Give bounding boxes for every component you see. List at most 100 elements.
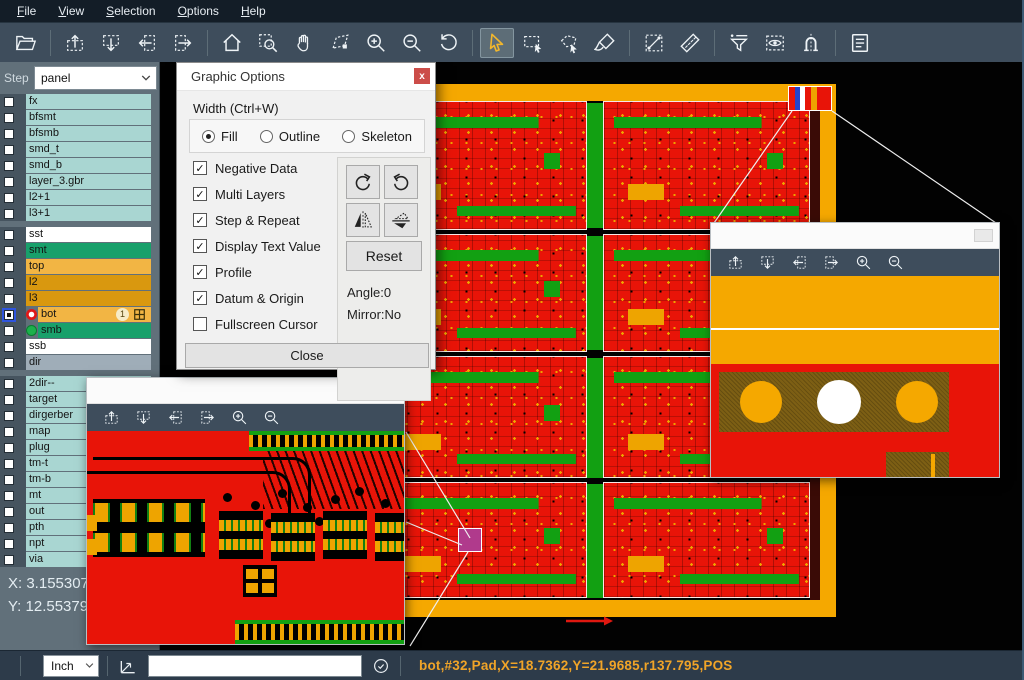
radio-dot[interactable] [342, 130, 355, 143]
menu-item-view[interactable]: View [47, 0, 95, 22]
zoom-window-button[interactable] [251, 28, 285, 58]
layer-checkbox[interactable] [4, 97, 14, 107]
command-input[interactable] [148, 655, 362, 677]
move-right-button[interactable] [816, 251, 846, 275]
zoom-out-button[interactable] [256, 406, 286, 430]
zoom-previous-button[interactable] [431, 28, 465, 58]
layer-checkbox[interactable] [4, 246, 14, 256]
home-view-button[interactable] [215, 28, 249, 58]
zoom-out-button[interactable] [880, 251, 910, 275]
layer-row-ssb[interactable]: ssb [0, 339, 159, 354]
layer-checkbox[interactable] [4, 262, 14, 272]
move-down-button[interactable] [128, 406, 158, 430]
layer-checkbox[interactable] [4, 129, 14, 139]
layer-checkbox[interactable] [4, 459, 14, 469]
layer-name[interactable]: l3+1 [26, 206, 151, 221]
menu-item-selection[interactable]: Selection [95, 0, 166, 22]
rotate-cw-button[interactable] [346, 165, 380, 199]
layer-name[interactable]: top [26, 259, 151, 274]
layer-checkbox[interactable] [4, 379, 14, 389]
layer-name[interactable]: smd_t [26, 142, 151, 157]
layer-checkbox[interactable] [4, 443, 14, 453]
layer-checkbox[interactable] [4, 523, 14, 533]
move-right-button[interactable] [166, 28, 200, 58]
layer-row-l3+1[interactable]: l3+1 [0, 206, 159, 221]
layer-name[interactable]: l2 [26, 275, 151, 290]
layer-row-smd_t[interactable]: smd_t [0, 142, 159, 157]
layer-checkbox[interactable] [4, 161, 14, 171]
layer-row-dir[interactable]: dir [0, 355, 159, 370]
layer-row-smb[interactable]: smb [0, 323, 159, 338]
open-folder-button[interactable] [9, 28, 43, 58]
magnifier-popup-right[interactable] [710, 222, 1000, 478]
move-up-button[interactable] [58, 28, 92, 58]
mirror-horizontal-button[interactable] [346, 203, 380, 237]
menu-item-help[interactable]: Help [230, 0, 277, 22]
layer-name[interactable]: sst [26, 227, 151, 242]
highlight-view-button[interactable] [758, 28, 792, 58]
layer-checkbox[interactable] [4, 491, 14, 501]
zoom-out-button[interactable] [395, 28, 429, 58]
checkbox-datum-origin[interactable]: ✓Datum & Origin [193, 285, 343, 311]
layer-checkbox[interactable] [4, 475, 14, 485]
layer-checkbox[interactable] [4, 177, 14, 187]
checkbox-box[interactable]: ✓ [193, 213, 207, 227]
pan-button[interactable] [287, 28, 321, 58]
checkbox-box[interactable] [193, 317, 207, 331]
reset-button[interactable]: Reset [346, 241, 422, 271]
move-left-button[interactable] [784, 251, 814, 275]
close-button[interactable]: Close [185, 343, 429, 368]
layer-checkbox[interactable] [4, 310, 14, 320]
layer-checkbox[interactable] [4, 230, 14, 240]
layer-checkbox[interactable] [4, 342, 14, 352]
menu-item-options[interactable]: Options [167, 0, 230, 22]
move-down-button[interactable] [94, 28, 128, 58]
layer-checkbox[interactable] [4, 411, 14, 421]
history-icon[interactable] [372, 657, 390, 675]
layer-checkbox[interactable] [4, 539, 14, 549]
checkbox-box[interactable]: ✓ [193, 239, 207, 253]
layer-row-sst[interactable]: sst [0, 227, 159, 242]
zoom-in-button[interactable] [848, 251, 878, 275]
layer-row-top[interactable]: top [0, 259, 159, 274]
layer-checkbox[interactable] [4, 507, 14, 517]
mirror-vertical-button[interactable] [384, 203, 418, 237]
checkbox-fullscreen-cursor[interactable]: Fullscreen Cursor [193, 311, 343, 337]
checkbox-box[interactable]: ✓ [193, 265, 207, 279]
layer-row-bot[interactable]: bot1 [0, 307, 159, 322]
layer-name[interactable]: ssb [26, 339, 151, 354]
radio-fill[interactable]: Fill [202, 129, 238, 144]
panel-board[interactable] [380, 482, 587, 598]
layer-name[interactable]: smt [26, 243, 151, 258]
layer-row-l3[interactable]: l3 [0, 291, 159, 306]
brush-button[interactable] [588, 28, 622, 58]
layer-name[interactable]: smd_b [26, 158, 151, 173]
layer-name[interactable]: layer_3.gbr [26, 174, 151, 189]
panel-board[interactable] [603, 482, 810, 598]
radio-dot[interactable] [202, 130, 215, 143]
green-indicator-dot[interactable] [26, 325, 37, 336]
layer-name[interactable]: bot1 [38, 307, 151, 322]
move-down-button[interactable] [752, 251, 782, 275]
move-left-button[interactable] [130, 28, 164, 58]
layer-checkbox[interactable] [4, 113, 14, 123]
layer-checkbox[interactable] [4, 427, 14, 437]
layer-name[interactable]: l3 [26, 291, 151, 306]
layer-checkbox[interactable] [4, 145, 14, 155]
magnified-pcb-view[interactable] [711, 276, 999, 477]
report-button[interactable] [843, 28, 877, 58]
layer-row-smt[interactable]: smt [0, 243, 159, 258]
measure-distance-button[interactable] [637, 28, 671, 58]
move-up-button[interactable] [720, 251, 750, 275]
popup-title-bar[interactable] [711, 223, 999, 249]
grid-icon[interactable] [134, 309, 145, 320]
filter-button[interactable] [722, 28, 756, 58]
snap-button[interactable] [794, 28, 828, 58]
move-right-button[interactable] [192, 406, 222, 430]
layer-row-l2[interactable]: l2 [0, 275, 159, 290]
zoom-in-button[interactable] [359, 28, 393, 58]
popup-menu-button[interactable] [974, 229, 993, 242]
checkbox-negative-data[interactable]: ✓Negative Data [193, 155, 343, 181]
panel-board[interactable] [603, 101, 810, 230]
layer-row-bfsmt[interactable]: bfsmt [0, 110, 159, 125]
